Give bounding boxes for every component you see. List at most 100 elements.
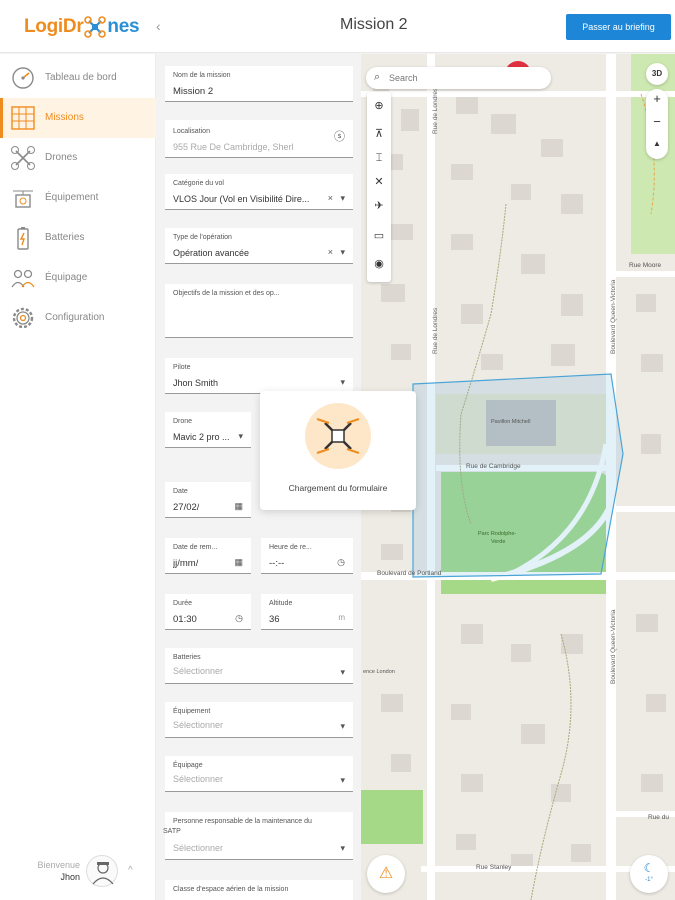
loading-dialog: Chargement du formulaire bbox=[260, 391, 416, 510]
field-label-line2: SATP bbox=[163, 828, 181, 835]
altitude-unit: m bbox=[338, 613, 345, 622]
chevron-down-icon[interactable]: ▾ bbox=[340, 843, 345, 854]
sidebar-item-configuration[interactable]: Configuration bbox=[0, 298, 156, 338]
sidebar-item-dashboard[interactable]: Tableau de bord bbox=[0, 58, 156, 98]
globe-icon[interactable]: ⊕ bbox=[371, 98, 387, 114]
operation-type-select[interactable]: Type de l'opération Opération avancée × … bbox=[165, 228, 353, 264]
flight-category-value: VLOS Jour (Vol en Visibilité Dire... bbox=[173, 194, 310, 204]
logo-drone-icon bbox=[84, 16, 107, 38]
field-label: Classe d'espace aérien de la mission bbox=[173, 886, 289, 893]
tower-icon[interactable]: ⊼ bbox=[371, 126, 387, 142]
clock-icon[interactable]: ◷ bbox=[235, 613, 243, 624]
chevron-down-icon[interactable]: ▾ bbox=[340, 667, 345, 678]
field-label: Durée bbox=[173, 600, 193, 607]
map-3d-button[interactable]: 3D bbox=[646, 63, 668, 85]
crew-select[interactable]: Équipage Sélectionner ▾ bbox=[165, 756, 353, 792]
street-label: Rue Stanley bbox=[476, 864, 512, 871]
maintenance-select[interactable]: Personne responsable de la maintenance d… bbox=[163, 812, 353, 860]
objectives-textarea[interactable]: Objectifs de la mission et des op... bbox=[165, 284, 353, 338]
equipment-icon bbox=[10, 185, 36, 211]
search-input[interactable]: Search bbox=[389, 73, 418, 83]
compass-icon[interactable]: ▲ bbox=[646, 139, 668, 148]
location-field[interactable]: Localisation 955 Rue De Cambridge, Sherl… bbox=[165, 120, 353, 158]
layers-icon[interactable]: ▭ bbox=[371, 228, 387, 244]
zoom-in-button[interactable]: + bbox=[646, 91, 668, 106]
drone-tool-icon[interactable]: ✕ bbox=[371, 174, 387, 190]
briefing-button[interactable]: Passer au briefing bbox=[566, 14, 671, 40]
date-field[interactable]: Date 27/02/ ▦ bbox=[165, 482, 251, 518]
clear-icon[interactable]: × bbox=[328, 247, 333, 257]
sidebar-item-batteries[interactable]: Batteries bbox=[0, 218, 156, 258]
sidebar-item-drones[interactable]: Drones bbox=[0, 138, 156, 178]
field-label: Objectifs de la mission et des op... bbox=[173, 290, 280, 297]
helipad-icon[interactable]: ⌶ bbox=[371, 150, 387, 166]
field-label: Nom de la mission bbox=[173, 72, 231, 79]
chevron-down-icon[interactable]: ▾ bbox=[238, 431, 243, 442]
welcome-label: Bienvenue bbox=[37, 860, 80, 870]
locate-icon[interactable]: ◉ bbox=[371, 256, 387, 272]
sidebar-item-crew[interactable]: Équipage bbox=[0, 258, 156, 298]
calendar-icon[interactable]: ▦ bbox=[234, 501, 243, 512]
logidrones-logo[interactable]: LogiDr nes bbox=[24, 13, 140, 41]
mission-name-input[interactable]: Mission 2 bbox=[173, 86, 213, 97]
altitude-input[interactable]: 36 bbox=[269, 614, 280, 625]
street-label: Boulevard Queen-Victoria bbox=[610, 609, 617, 684]
sidebar-item-equipment[interactable]: Équipement bbox=[0, 178, 156, 218]
location-input[interactable]: 955 Rue De Cambridge, Sherl bbox=[173, 142, 294, 152]
field-label: Équipage bbox=[173, 762, 203, 769]
drone-select[interactable]: Drone Mavic 2 pro ... ▾ bbox=[165, 412, 251, 448]
street-label: Rue du bbox=[648, 814, 669, 821]
crew-placeholder: Sélectionner bbox=[173, 774, 224, 784]
clear-icon[interactable]: × bbox=[328, 193, 333, 203]
sidebar-item-label: Tableau de bord bbox=[45, 72, 117, 83]
weather-temperature: -1° bbox=[645, 877, 653, 883]
chevron-down-icon[interactable]: ▾ bbox=[340, 775, 345, 786]
altitude-field[interactable]: Altitude 36 m bbox=[261, 594, 353, 630]
equipment-select[interactable]: Équipement Sélectionner ▾ bbox=[165, 702, 353, 738]
duration-input[interactable]: 01:30 bbox=[173, 614, 197, 625]
warning-button[interactable]: ⚠ bbox=[367, 855, 405, 893]
airspace-select[interactable]: Classe d'espace aérien de la mission bbox=[165, 880, 353, 900]
battery-icon bbox=[10, 225, 36, 251]
pilot-select[interactable]: Pilote Jhon Smith ▾ bbox=[165, 358, 353, 394]
map-search[interactable]: ⌕ Search bbox=[366, 67, 551, 89]
sidebar-item-label: Batteries bbox=[45, 232, 85, 243]
map-toolbar: ⊕ ⊼ ⌶ ✕ ✈ ▭ ◉ bbox=[367, 92, 391, 282]
chevron-down-icon[interactable]: ▾ bbox=[340, 247, 345, 258]
sidebar-item-label: Missions bbox=[45, 112, 84, 123]
mission-name-field[interactable]: Nom de la mission Mission 2 bbox=[165, 66, 353, 102]
avatar[interactable] bbox=[86, 855, 118, 887]
field-label: Altitude bbox=[269, 600, 293, 607]
field-label: Localisation bbox=[173, 128, 210, 135]
search-icon: ⌕ bbox=[374, 71, 381, 83]
weather-button[interactable]: ☾ -1° bbox=[630, 855, 668, 893]
zoom-out-button[interactable]: − bbox=[646, 114, 668, 129]
chevron-down-icon[interactable]: ▾ bbox=[340, 721, 345, 732]
collapse-sidebar-icon[interactable]: ‹ bbox=[156, 18, 161, 34]
pilot-value: Jhon Smith bbox=[173, 378, 219, 388]
end-time-input[interactable]: --:-- bbox=[269, 558, 284, 569]
chevron-down-icon[interactable]: ▾ bbox=[340, 377, 345, 388]
gear-icon bbox=[10, 305, 36, 331]
clock-icon[interactable]: ◷ bbox=[337, 557, 345, 568]
poi-label: Pavillon Mitchell bbox=[491, 419, 531, 425]
calendar-icon[interactable]: ▦ bbox=[234, 557, 243, 568]
chevron-down-icon[interactable]: ▾ bbox=[340, 193, 345, 204]
date-input[interactable]: 27/02/ bbox=[173, 502, 199, 513]
missions-grid-icon bbox=[10, 105, 36, 131]
logo-text-part1: LogiDr bbox=[24, 16, 84, 37]
loading-drone-icon bbox=[305, 403, 371, 469]
sidebar-item-missions[interactable]: Missions bbox=[0, 98, 156, 138]
operation-type-value: Opération avancée bbox=[173, 248, 250, 258]
end-time-field[interactable]: Heure de re... --:-- ◷ bbox=[261, 538, 353, 574]
duration-field[interactable]: Durée 01:30 ◷ bbox=[165, 594, 251, 630]
batteries-select[interactable]: Batteries Sélectionner ▾ bbox=[165, 648, 353, 684]
sidebar: Tableau de bord Missions Drones Équipeme… bbox=[0, 54, 156, 900]
dashboard-gauge-icon bbox=[10, 65, 36, 91]
flight-category-select[interactable]: Catégorie du vol VLOS Jour (Vol en Visib… bbox=[165, 174, 353, 210]
location-clear-icon[interactable]: ⓢ bbox=[334, 128, 345, 144]
airplane-icon[interactable]: ✈ bbox=[371, 198, 387, 214]
end-date-input[interactable]: jj/mm/ bbox=[173, 558, 198, 569]
chevron-up-icon[interactable]: ^ bbox=[128, 865, 133, 876]
end-date-field[interactable]: Date de rem... jj/mm/ ▦ bbox=[165, 538, 251, 574]
